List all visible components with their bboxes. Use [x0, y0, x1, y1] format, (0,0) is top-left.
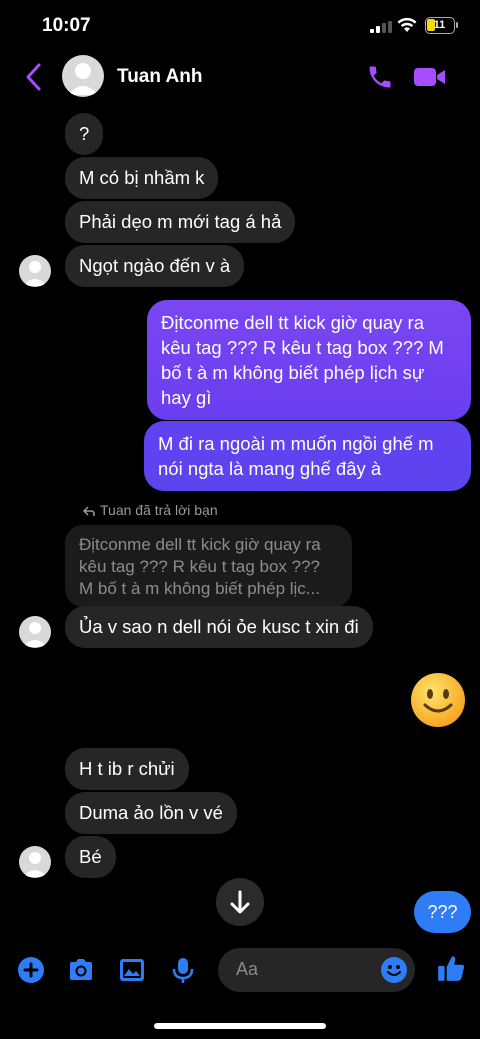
plus-circle-icon[interactable] [17, 956, 45, 984]
message-bubble[interactable]: Duma ảo lồn v vé [65, 792, 237, 834]
contact-avatar-small[interactable] [19, 846, 51, 878]
message-line: Địtconme dell tt kick giờ quay ra [161, 312, 425, 333]
scroll-to-bottom-button[interactable] [216, 878, 264, 926]
contact-name[interactable]: Tuan Anh [117, 66, 202, 88]
message-bubble[interactable]: M có bị nhầm k [65, 157, 219, 199]
message-bubble[interactable]: H t ib r chửi [65, 748, 189, 790]
video-camera-icon[interactable] [413, 65, 447, 89]
signal-icon [370, 21, 392, 33]
message-bubble[interactable]: Bé [65, 836, 116, 878]
status-time: 10:07 [42, 15, 91, 36]
quoted-message[interactable]: Địtconme dell tt kick giờ quay ra kêu ta… [65, 525, 352, 607]
arrow-down-icon [230, 890, 250, 914]
smiley-emoji-icon[interactable] [409, 671, 467, 729]
message-bubble[interactable]: Ngọt ngào đến v à [65, 245, 245, 287]
message-line: M đi ra ngoài m muốn ngồi ghế m [158, 433, 434, 454]
message-input-placeholder: Aa [236, 959, 259, 979]
wifi-icon [397, 17, 417, 32]
contact-avatar-small[interactable] [19, 616, 51, 648]
contact-avatar[interactable] [62, 55, 104, 97]
message-line: hay gì [161, 387, 212, 408]
message-line: kêu tag ??? R kêu t tag box ??? M [161, 337, 444, 358]
reply-arrow-icon [82, 506, 95, 516]
quoted-line: kêu tag ??? R kêu t tag box ??? [79, 557, 321, 576]
message-line: nói ngta là mang ghế đây à [158, 458, 382, 479]
microphone-icon[interactable] [169, 956, 197, 984]
home-indicator [154, 1023, 326, 1029]
composer-bar: Aa [0, 944, 480, 996]
reply-label: Tuan đã trả lời bạn [100, 502, 218, 518]
contact-avatar-small[interactable] [19, 255, 51, 287]
image-icon[interactable] [118, 956, 146, 984]
camera-icon[interactable] [67, 956, 95, 984]
chat-header: Tuan Anh [0, 48, 480, 106]
sent-message-bubble[interactable]: ??? [414, 891, 471, 933]
status-bar: 10:07 11 [0, 0, 480, 48]
battery-icon: 11 [425, 17, 455, 34]
message-line: bố t à m không biết phép lịch sự [161, 362, 425, 383]
thumbs-up-icon[interactable] [436, 953, 466, 983]
message-bubble[interactable]: Ủa v sao n dell nói ỏe kusc t xin đi [65, 606, 373, 648]
quoted-line: Địtconme dell tt kick giờ quay ra [79, 535, 321, 554]
battery-level: 11 [433, 19, 446, 31]
sent-message-bubble[interactable]: M đi ra ngoài m muốn ngồi ghế m nói ngta… [144, 421, 471, 491]
smiley-icon[interactable] [380, 956, 408, 984]
phone-icon[interactable] [366, 63, 394, 91]
message-bubble[interactable]: ? [65, 113, 104, 155]
message-input[interactable]: Aa [218, 948, 415, 992]
quoted-line: M bố t à m không biết phép lịc... [79, 579, 320, 598]
message-bubble[interactable]: Phải dẹo m mới tag á hả [65, 201, 296, 243]
chevron-left-icon[interactable] [22, 62, 46, 92]
sent-message-bubble[interactable]: Địtconme dell tt kick giờ quay ra kêu ta… [147, 300, 471, 420]
